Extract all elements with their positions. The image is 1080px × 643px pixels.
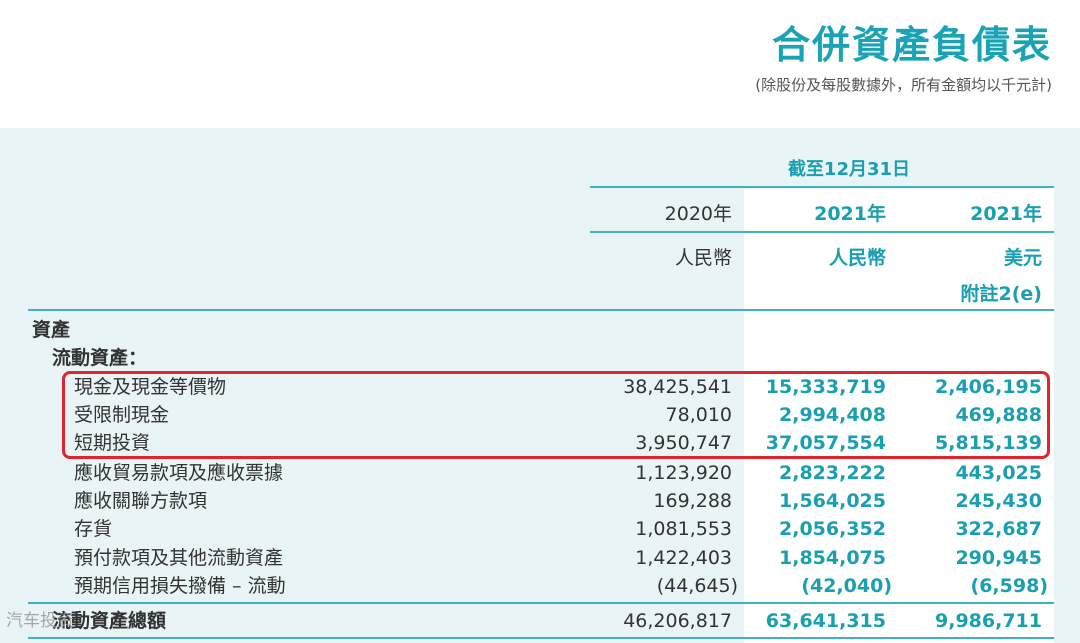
cell-2020: 1,081,553 bbox=[635, 518, 732, 540]
cell-2021: 2,056,352 bbox=[779, 518, 886, 540]
page-title: 合併資產負債表 bbox=[771, 23, 1052, 67]
period-header: 截至12月31日 bbox=[787, 159, 911, 180]
highlight-box bbox=[62, 371, 1050, 459]
cell-usd: 245,430 bbox=[955, 490, 1042, 512]
col-2020-currency: 人民幣 bbox=[674, 247, 732, 269]
col-2021-year: 2021年 bbox=[814, 203, 886, 225]
col-2021-usd-year: 2021年 bbox=[970, 203, 1042, 225]
section-current-assets: 流動資產： bbox=[52, 347, 148, 369]
cell-2020: 1,123,920 bbox=[635, 462, 732, 484]
cell-2021: 2,823,222 bbox=[779, 462, 886, 484]
cell-2021: 1,564,025 bbox=[779, 490, 886, 512]
total-rule-top bbox=[28, 602, 1054, 604]
total-2020: 46,206,817 bbox=[623, 610, 732, 632]
row-label: 預期信用損失撥備 – 流動 bbox=[74, 575, 286, 597]
section-assets: 資產 bbox=[32, 319, 71, 341]
watermark: 汽车投资 bbox=[6, 611, 74, 631]
total-2021: 63,641,315 bbox=[765, 610, 886, 632]
cell-usd: 322,687 bbox=[955, 518, 1042, 540]
total-rule-bottom bbox=[28, 637, 1054, 639]
col-2021-currency: 人民幣 bbox=[828, 247, 886, 269]
cell-usd: (6,598) bbox=[970, 575, 1048, 597]
header-rule-top bbox=[590, 186, 1054, 188]
row-label: 存貨 bbox=[74, 518, 113, 540]
total-usd: 9,986,711 bbox=[935, 610, 1042, 632]
cell-2020: (44,645) bbox=[656, 575, 738, 597]
header-rule-mid bbox=[590, 231, 1054, 233]
cell-2021: (42,040) bbox=[801, 575, 892, 597]
cell-usd: 290,945 bbox=[955, 547, 1042, 569]
col-2021-usd-currency: 美元 bbox=[1003, 247, 1042, 269]
cell-2020: 1,422,403 bbox=[635, 547, 732, 569]
row-label: 應收關聯方款項 bbox=[74, 490, 208, 512]
cell-usd: 443,025 bbox=[955, 462, 1042, 484]
cell-2020: 169,288 bbox=[653, 490, 732, 512]
col-2020-year: 2020年 bbox=[664, 203, 732, 225]
page-subtitle: (除股份及每股數據外，所有金額均以千元計) bbox=[755, 76, 1052, 94]
row-label: 預付款項及其他流動資產 bbox=[74, 547, 284, 569]
col-usd-note: 附註2(e) bbox=[960, 283, 1042, 305]
cell-2021: 1,854,075 bbox=[779, 547, 886, 569]
header-rule-bottom bbox=[28, 309, 1054, 311]
row-label: 應收貿易款項及應收票據 bbox=[74, 462, 284, 484]
